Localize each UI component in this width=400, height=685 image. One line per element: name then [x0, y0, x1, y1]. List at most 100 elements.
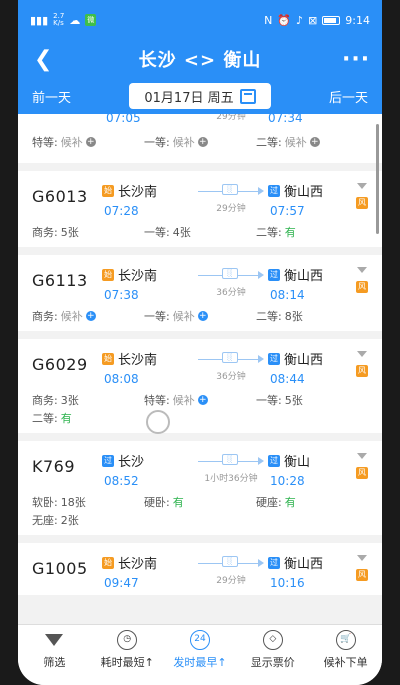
train-card[interactable]: G1005 始长沙南 09:47 ░ 29分钟 过衡山西 10:16 风	[18, 543, 382, 595]
train-card[interactable]: G6013 始长沙南 07:28 ░ 29分钟过衡山西 07:57 风商务: 5张 一等: 4张二…	[18, 171, 382, 247]
seat-label: 硬座:	[256, 496, 282, 509]
station-name: 长沙南	[118, 269, 158, 284]
date-label: 01月17日 周五	[144, 90, 234, 106]
station-tag: 过	[268, 352, 280, 365]
train-route-row: K769 过长沙 08:52 ░ 1小时36分钟过衡山 10:28	[32, 451, 368, 488]
tab-label: 发时最早↑	[173, 656, 227, 669]
arrival-time: 08:44	[270, 372, 305, 386]
departure-station: 始长沙南 09:47	[102, 553, 194, 590]
back-arrow-icon[interactable]: ❮	[34, 47, 58, 72]
cart-icon: 🛒	[335, 630, 356, 650]
departure-time: 07:05	[106, 114, 141, 125]
nfc-icon: N	[264, 13, 273, 27]
seat-label: 一等:	[144, 310, 170, 323]
expand-icon[interactable]	[357, 183, 367, 189]
tab-label: 耗时最短↑	[100, 656, 154, 669]
station-tag: 始	[102, 556, 114, 569]
seat-availability: 商务: 3张 特等: 候补 + 一等: 5张 二等: 有	[32, 391, 368, 427]
network-icon: ⊠	[308, 13, 318, 27]
departure-station: 始长沙南 07:38	[102, 265, 194, 302]
seat-label: 二等:	[256, 226, 282, 239]
train-route-row: G1005 始长沙南 09:47 ░ 29分钟 过衡山西 10:16	[32, 553, 368, 590]
bottom-toolbar: 筛选 ◷ 耗时最短↑ 24 发时最早↑ ◇ 显示票价 🛒 候补下单	[18, 624, 382, 685]
seat-item: 二等: 有	[256, 223, 368, 241]
scrollbar[interactable]	[376, 124, 379, 234]
seat-item: 硬卧: 有	[144, 493, 256, 511]
station-tag: 始	[102, 268, 114, 281]
expand-icon[interactable]	[357, 555, 367, 561]
tab-price-tag[interactable]: ◇ 显示票价	[241, 630, 305, 670]
next-day-button[interactable]: 后一天	[329, 87, 368, 106]
seat-item: 二等: 有	[32, 409, 144, 427]
station-tag: 始	[102, 352, 114, 365]
speed-indicator: 2.7 K/s	[53, 12, 65, 27]
journey-arrow: ░ 36分钟	[194, 349, 268, 382]
seat-item: 特等: 候补 +	[32, 133, 144, 151]
station-name-row: 始长沙南	[102, 349, 194, 368]
arrival-time: 07:34	[268, 114, 303, 125]
status-bar: ▮▮▮ 2.7 K/s ☁ 微 N ⏰ ♪ ⊠ 9:14	[18, 0, 382, 40]
expand-icon[interactable]	[357, 453, 367, 459]
seat-value: 3张	[60, 394, 79, 407]
train-route-row: G6013 始长沙南 07:28 ░ 29分钟 过衡山西 07:57	[32, 181, 368, 218]
add-waitlist-icon[interactable]: +	[197, 395, 208, 405]
train-card[interactable]: K769 过长沙 08:52 ░ 1小时36分钟过衡山 10:28 风软卧: 18张 硬卧: 有硬…	[18, 441, 382, 535]
seat-value: 8张	[284, 310, 303, 323]
add-waitlist-icon[interactable]: +	[197, 311, 208, 321]
arrival-station: 过衡山 10:28	[268, 451, 356, 488]
train-card[interactable]: G6029 始长沙南 08:08 ░ 36分钟过衡山西 08:44 风商务: 3张 特等: 候补 +…	[18, 339, 382, 433]
calendar-icon	[239, 88, 256, 104]
tab-filter[interactable]: 筛选	[22, 630, 86, 670]
train-card[interactable]: G6113 始长沙南 07:38 ░ 36分钟过衡山西 08:14 风商务: 候补 + 一等: 候补…	[18, 255, 382, 331]
add-waitlist-icon[interactable]: +	[85, 311, 96, 321]
station-name-row: 过衡山西	[268, 349, 356, 368]
fuxing-badge-icon: 风	[356, 197, 368, 209]
station-name: 长沙南	[118, 185, 158, 200]
expand-icon[interactable]	[357, 351, 367, 357]
seat-label: 特等:	[32, 136, 58, 149]
arrow-head-icon	[258, 271, 264, 279]
fuxing-badge-icon: 风	[356, 365, 368, 377]
train-number: G6029	[32, 355, 88, 374]
tab-timer[interactable]: ◷ 耗时最短↑	[95, 630, 159, 670]
train-number: G6013	[32, 187, 88, 206]
journey-arrow: ░ 29分钟	[194, 553, 268, 586]
seat-label: 软卧:	[32, 496, 58, 509]
fuxing-badge-icon: 风	[356, 281, 368, 293]
seat-label: 商务:	[32, 226, 58, 239]
arrow-graphic: ░	[194, 555, 268, 571]
train-type-icon: ░	[222, 268, 238, 279]
battery-icon	[322, 15, 341, 25]
signal-icon: ▮▮▮	[30, 13, 49, 27]
add-waitlist-icon[interactable]: +	[197, 137, 208, 147]
train-type-icon: ░	[222, 352, 238, 363]
departure-time: 09:47	[104, 576, 139, 590]
seat-label: 商务:	[32, 310, 58, 323]
train-list[interactable]: 07:05 29分钟 07:34 特等: 候补 + 一等: 候补 + 二等: 候补 + G601…	[18, 114, 382, 624]
expand-icon[interactable]	[357, 267, 367, 273]
station-name: 衡山西	[284, 269, 324, 284]
add-waitlist-icon[interactable]: +	[309, 137, 320, 147]
route-title: 长沙 <> 衡山	[138, 50, 262, 71]
arrow-head-icon	[258, 187, 264, 195]
journey-arrow: ░ 36分钟	[194, 265, 268, 298]
station-name: 衡山西	[284, 353, 324, 368]
duration: 36分钟	[216, 288, 246, 298]
phone-screen: ▮▮▮ 2.7 K/s ☁ 微 N ⏰ ♪ ⊠ 9:14 ❮ 长沙 <> 衡山 ·…	[18, 0, 382, 685]
date-picker[interactable]: 01月17日 周五	[129, 83, 271, 109]
station-name-row: 过衡山西	[268, 553, 356, 572]
tab-clock-24[interactable]: 24 发时最早↑	[168, 630, 232, 670]
card-side: 风	[356, 555, 368, 581]
arrival-time: 08:14	[270, 288, 305, 302]
train-type-icon: ░	[222, 184, 238, 195]
train-card-partial[interactable]: 07:05 29分钟 07:34 特等: 候补 + 一等: 候补 + 二等: 候补 +	[18, 114, 382, 163]
train-type-icon: ░	[222, 454, 238, 465]
prev-day-button[interactable]: 前一天	[32, 87, 71, 106]
station-tag: 过	[102, 454, 114, 467]
add-waitlist-icon[interactable]: +	[85, 137, 96, 147]
arrow-head-icon	[258, 559, 264, 567]
more-menu-icon[interactable]: ···	[342, 47, 369, 72]
tab-cart[interactable]: 🛒 候补下单	[314, 630, 378, 670]
chat-icon: ☁	[69, 13, 81, 27]
departure-time: 07:28	[104, 204, 139, 218]
